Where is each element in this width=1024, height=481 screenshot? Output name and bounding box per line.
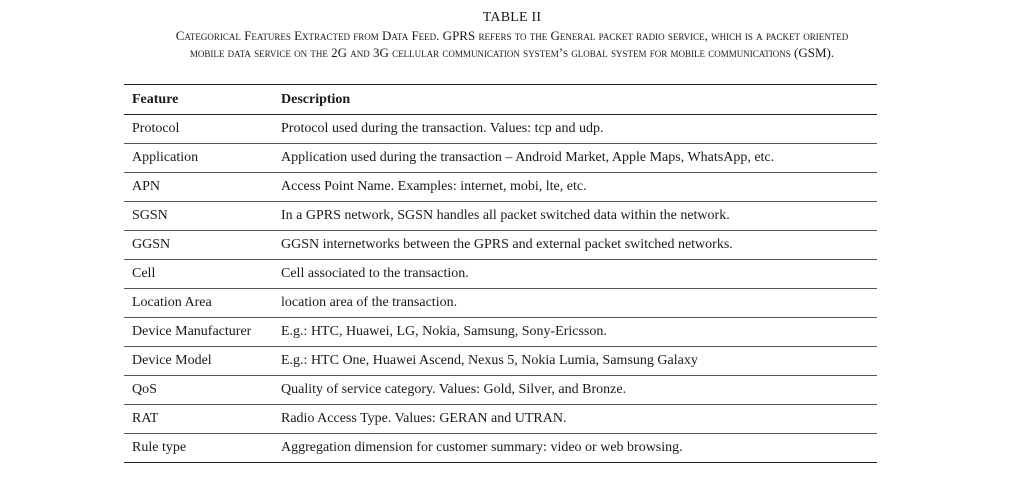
description-cell: Application used during the transaction …: [281, 150, 775, 165]
description-cell: E.g.: HTC, Huawei, LG, Nokia, Samsung, S…: [281, 324, 607, 339]
table-row: Application Application used during the …: [124, 144, 877, 173]
feature-cell: Cell: [132, 266, 156, 281]
feature-cell: APN: [132, 179, 161, 194]
table-header-row: Feature Description: [124, 84, 877, 115]
header-feature: Feature: [132, 91, 179, 107]
feature-cell: QoS: [132, 382, 157, 397]
table-row: QoS Quality of service category. Values:…: [124, 376, 877, 405]
table-row: APN Access Point Name. Examples: interne…: [124, 173, 877, 202]
description-cell: Quality of service category. Values: Gol…: [281, 382, 627, 397]
table-row: Device Manufacturer E.g.: HTC, Huawei, L…: [124, 318, 877, 347]
feature-cell: Location Area: [132, 295, 212, 310]
description-cell: Cell associated to the transaction.: [281, 266, 469, 281]
description-cell: location area of the transaction.: [281, 295, 458, 310]
description-cell: Protocol used during the transaction. Va…: [281, 121, 604, 136]
description-cell: Access Point Name. Examples: internet, m…: [281, 179, 587, 194]
feature-cell: RAT: [132, 411, 159, 426]
feature-cell: Rule type: [132, 440, 187, 455]
table-row: Protocol Protocol used during the transa…: [124, 115, 877, 144]
description-cell: Radio Access Type. Values: GERAN and UTR…: [281, 411, 567, 426]
table-number: TABLE II: [482, 10, 542, 25]
features-table: Feature Description Protocol Protocol us…: [124, 84, 877, 463]
feature-cell: GGSN: [132, 237, 171, 252]
table-row: SGSN In a GPRS network, SGSN handles all…: [124, 202, 877, 231]
feature-cell: Protocol: [132, 121, 180, 136]
feature-cell: Application: [132, 150, 199, 165]
feature-cell: Device Manufacturer: [132, 324, 252, 339]
caption-line-1: Categorical Features Extracted from Data…: [175, 28, 849, 43]
caption-text: Categorical Features Extracted from Data…: [0, 27, 1024, 61]
description-cell: Aggregation dimension for customer summa…: [281, 440, 683, 455]
table-row: Location Area location area of the trans…: [124, 289, 877, 318]
header-description: Description: [281, 91, 351, 107]
description-cell: GGSN internetworks between the GPRS and …: [281, 237, 733, 252]
description-cell: E.g.: HTC One, Huawei Ascend, Nexus 5, N…: [281, 353, 698, 368]
feature-cell: Device Model: [132, 353, 212, 368]
table-row: Cell Cell associated to the transaction.: [124, 260, 877, 289]
table-row: RAT Radio Access Type. Values: GERAN and…: [124, 405, 877, 434]
table-row: Device Model E.g.: HTC One, Huawei Ascen…: [124, 347, 877, 376]
table-row: Rule type Aggregation dimension for cust…: [124, 434, 877, 463]
feature-cell: SGSN: [132, 208, 168, 223]
caption-line-2: mobile data service on the 2G and 3G cel…: [189, 45, 835, 60]
description-cell: In a GPRS network, SGSN handles all pack…: [281, 208, 730, 223]
table-caption: TABLE II Categorical Features Extracted …: [0, 10, 1024, 61]
table-row: GGSN GGSN internetworks between the GPRS…: [124, 231, 877, 260]
